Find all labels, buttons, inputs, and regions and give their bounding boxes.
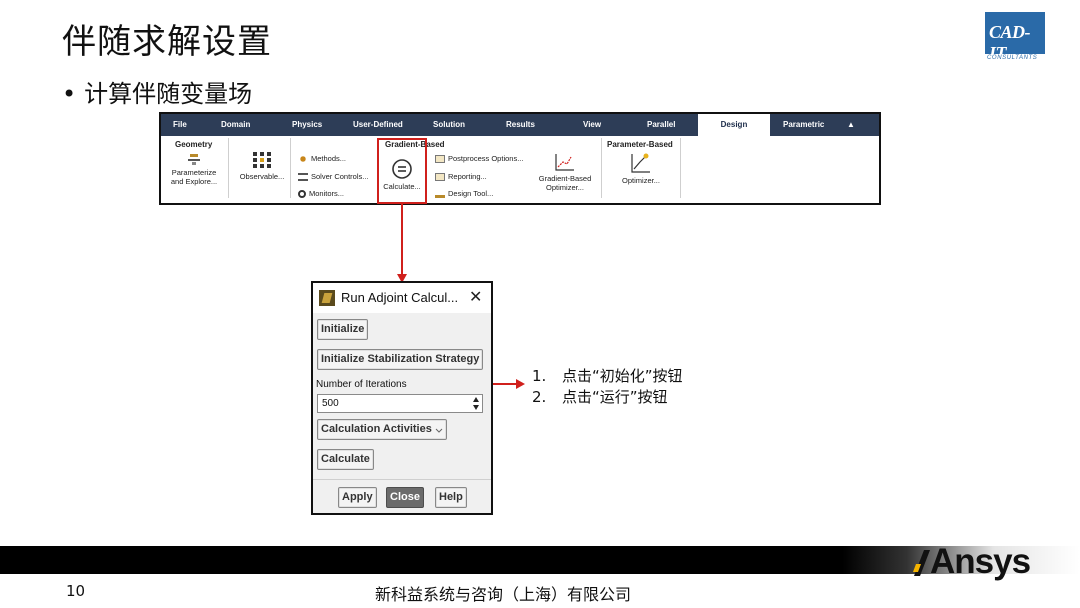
chevron-down-icon bbox=[435, 428, 443, 433]
iterations-value: 500 bbox=[322, 398, 339, 409]
step-text: 点击“初始化”按钮 bbox=[562, 367, 683, 385]
ansys-logo-mark bbox=[913, 550, 930, 576]
ansys-logo-text: Ansys bbox=[930, 542, 1031, 581]
init-stabilization-button[interactable]: Initialize Stabilization Strategy bbox=[317, 349, 484, 370]
calculation-activities-label: Calculation Activities bbox=[321, 423, 432, 435]
connector-arrows bbox=[397, 204, 525, 389]
step-item: 2. 点击“运行”按钮 bbox=[532, 387, 683, 408]
arrow-right-head bbox=[516, 379, 525, 389]
iterations-input[interactable]: 500 bbox=[317, 394, 483, 413]
spinner-icon[interactable] bbox=[472, 396, 480, 411]
footer-company: 新科益系统与咨询（上海）有限公司 bbox=[375, 585, 632, 604]
step-number: 1. bbox=[532, 367, 547, 385]
step-text: 点击“运行”按钮 bbox=[562, 388, 668, 406]
close-button[interactable]: Close bbox=[386, 487, 424, 508]
calculate-run-button[interactable]: Calculate bbox=[317, 449, 374, 470]
calculation-activities-button[interactable]: Calculation Activities bbox=[317, 419, 447, 440]
apply-button[interactable]: Apply bbox=[338, 487, 377, 508]
fluent-app-icon bbox=[319, 290, 335, 306]
dialog-separator bbox=[313, 479, 491, 480]
iterations-label: Number of Iterations bbox=[316, 379, 407, 390]
dialog-title: Run Adjoint Calcul... bbox=[341, 290, 459, 305]
step-number: 2. bbox=[532, 388, 547, 406]
page-number: 10 bbox=[66, 582, 86, 600]
initialize-button[interactable]: Initialize bbox=[317, 319, 369, 340]
steps-list: 1. 点击“初始化”按钮 2. 点击“运行”按钮 bbox=[532, 366, 683, 408]
run-adjoint-dialog: Run Adjoint Calcul... ✕ Initialize Initi… bbox=[311, 281, 493, 515]
dialog-titlebar: Run Adjoint Calcul... ✕ bbox=[313, 283, 491, 313]
close-icon[interactable]: ✕ bbox=[469, 287, 482, 307]
step-item: 1. 点击“初始化”按钮 bbox=[532, 366, 683, 387]
help-button[interactable]: Help bbox=[435, 487, 467, 508]
